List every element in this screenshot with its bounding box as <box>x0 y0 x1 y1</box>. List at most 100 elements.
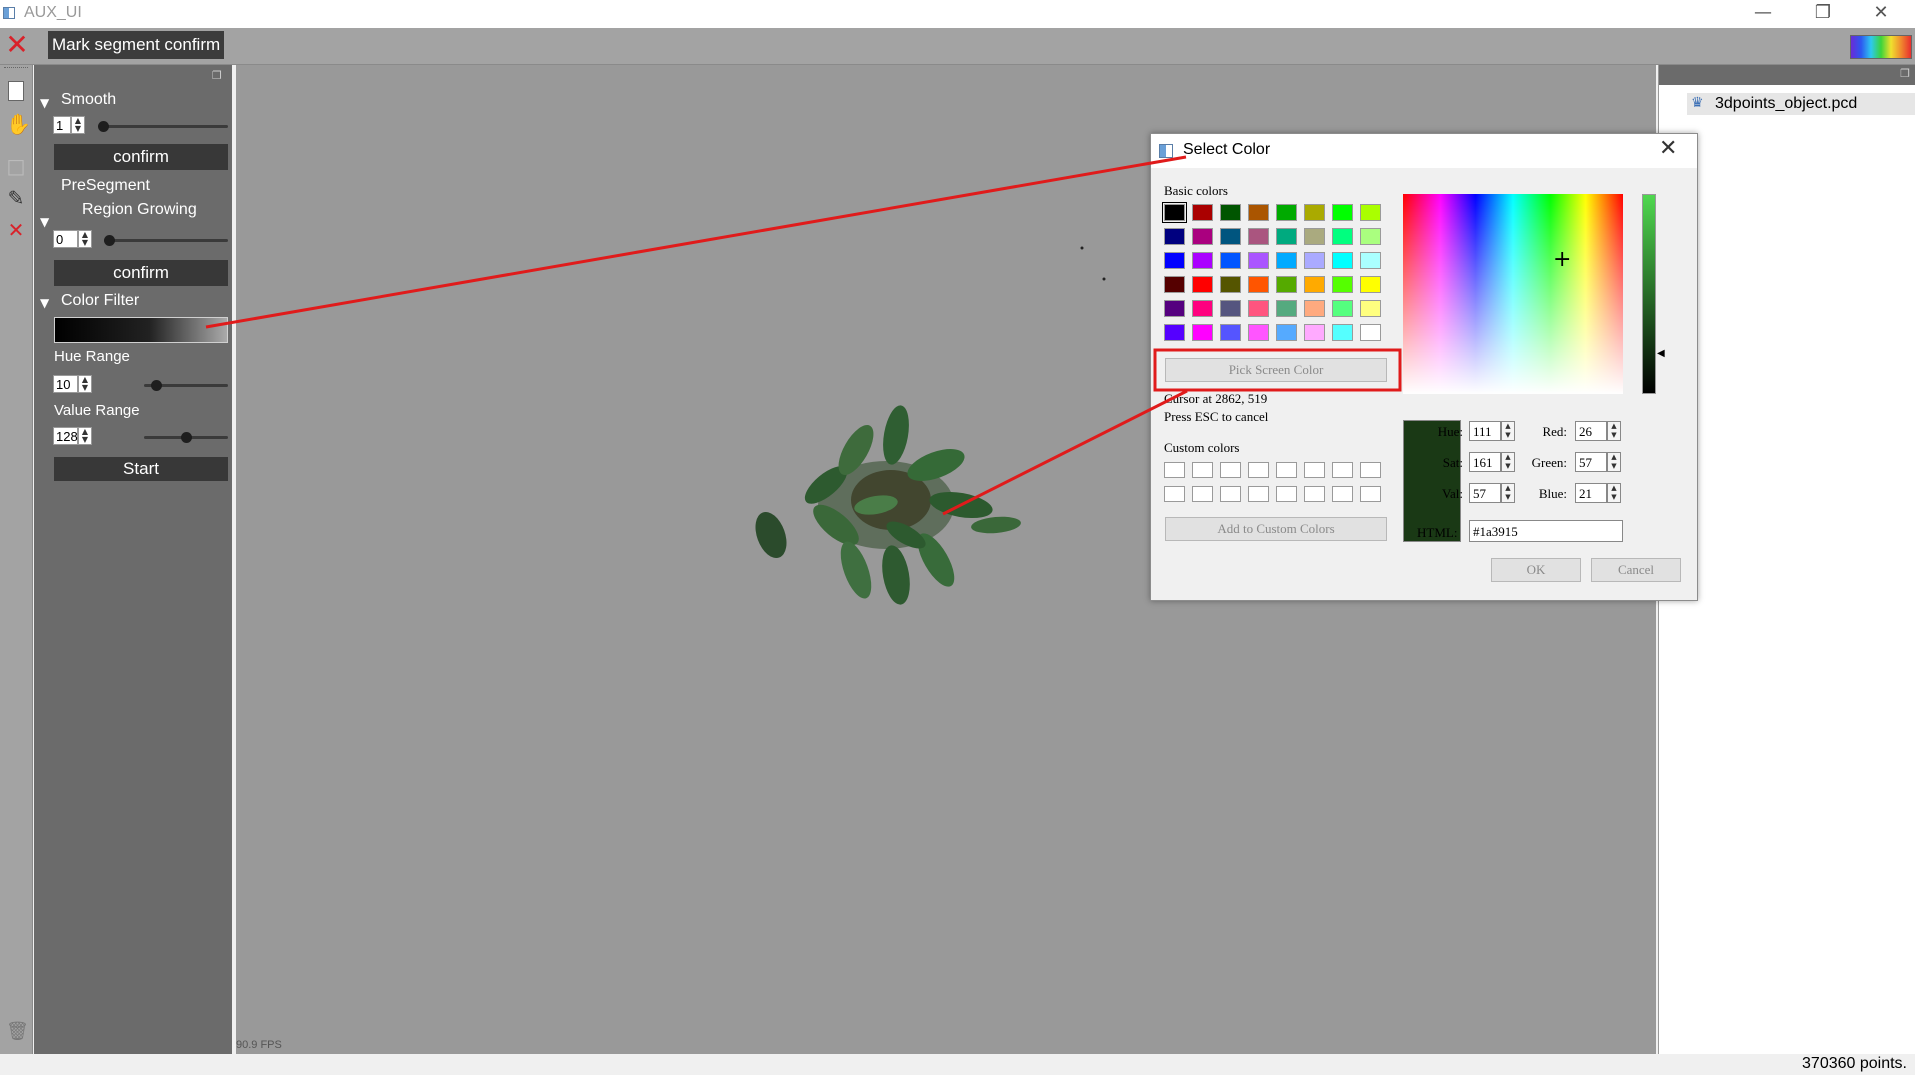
smooth-confirm-button[interactable]: confirm <box>54 144 228 170</box>
color-filter-start-button[interactable]: Start <box>54 457 228 481</box>
custom-color-swatch[interactable] <box>1220 462 1241 478</box>
custom-color-swatch[interactable] <box>1332 462 1353 478</box>
window-close-icon[interactable]: ✕ <box>1858 0 1904 28</box>
custom-color-swatch[interactable] <box>1276 462 1297 478</box>
presegment-spinbox[interactable]: 0 <box>53 230 78 248</box>
basic-color-swatch[interactable] <box>1248 204 1269 221</box>
smooth-section-title[interactable]: Smooth <box>61 91 116 109</box>
dock-float-icon[interactable]: ❐ <box>1900 67 1910 80</box>
basic-color-swatch[interactable] <box>1304 228 1325 245</box>
basic-color-swatch[interactable] <box>1332 300 1353 317</box>
basic-color-swatch[interactable] <box>1220 228 1241 245</box>
value-range-spinbox[interactable]: 128 <box>53 427 78 445</box>
hue-range-slider-handle[interactable] <box>151 380 163 391</box>
custom-color-swatch[interactable] <box>1220 486 1241 502</box>
custom-color-swatch[interactable] <box>1360 486 1381 502</box>
custom-color-swatch[interactable] <box>1360 462 1381 478</box>
basic-color-swatch[interactable] <box>1248 252 1269 269</box>
mark-segment-confirm-button[interactable]: Mark segment confirm <box>48 31 225 59</box>
basic-color-swatch[interactable] <box>1164 300 1185 317</box>
presegment-slider[interactable] <box>104 239 228 242</box>
basic-color-swatch[interactable] <box>1332 324 1353 341</box>
basic-color-swatch[interactable] <box>1304 324 1325 341</box>
basic-color-swatch[interactable] <box>1304 204 1325 221</box>
green-spin-arrows[interactable]: ▲ ▼ <box>1607 452 1621 472</box>
basic-color-swatch[interactable] <box>1276 228 1297 245</box>
basic-color-swatch[interactable] <box>1192 276 1213 293</box>
custom-color-swatch[interactable] <box>1164 462 1185 478</box>
dialog-close-icon[interactable]: ✕ <box>1659 136 1677 161</box>
basic-color-swatch[interactable] <box>1220 204 1241 221</box>
basic-color-swatch[interactable] <box>1332 252 1353 269</box>
smooth-spin-arrows[interactable]: ▲ ▼ <box>71 116 85 134</box>
custom-color-swatch[interactable] <box>1276 486 1297 502</box>
delete-cross-icon[interactable]: ✕ <box>6 219 26 241</box>
close-icon[interactable]: ✕ <box>4 31 30 59</box>
basic-color-swatch[interactable] <box>1276 276 1297 293</box>
ok-button[interactable]: OK <box>1491 558 1581 582</box>
basic-color-swatch[interactable] <box>1304 276 1325 293</box>
presegment-spin-arrows[interactable]: ▲ ▼ <box>78 230 92 248</box>
custom-color-swatch[interactable] <box>1248 462 1269 478</box>
custom-color-swatch[interactable] <box>1332 486 1353 502</box>
basic-color-swatch[interactable] <box>1164 276 1185 293</box>
basic-color-swatch[interactable] <box>1332 276 1353 293</box>
basic-color-swatch[interactable] <box>1248 300 1269 317</box>
presegment-collapse-icon[interactable]: ▼ <box>40 215 49 229</box>
basic-color-swatch[interactable] <box>1360 276 1381 293</box>
custom-color-swatch[interactable] <box>1304 486 1325 502</box>
basic-color-swatch[interactable] <box>1304 300 1325 317</box>
html-hex-field[interactable]: #1a3915 <box>1469 520 1623 542</box>
pick-screen-color-button[interactable]: Pick Screen Color <box>1165 358 1387 382</box>
blue-spin-arrows[interactable]: ▲ ▼ <box>1607 483 1621 503</box>
smooth-spinbox[interactable]: 1 <box>53 116 71 134</box>
basic-color-swatch[interactable] <box>1164 324 1185 341</box>
basic-color-swatch[interactable] <box>1360 228 1381 245</box>
basic-color-swatch[interactable] <box>1276 252 1297 269</box>
file-list-item[interactable]: ♛ 3dpoints_object.pcd <box>1687 93 1915 115</box>
color-filter-section-title[interactable]: Color Filter <box>61 292 139 310</box>
basic-color-swatch[interactable] <box>1332 204 1353 221</box>
basic-color-swatch[interactable] <box>1162 202 1187 223</box>
brush-icon[interactable]: ✎ <box>6 187 26 209</box>
minimize-icon[interactable]: — <box>1740 0 1786 28</box>
value-range-spin-arrows[interactable]: ▲ ▼ <box>78 427 92 445</box>
red-field[interactable]: 26 <box>1575 421 1607 441</box>
add-to-custom-colors-button[interactable]: Add to Custom Colors <box>1165 517 1387 541</box>
basic-color-swatch[interactable] <box>1360 252 1381 269</box>
basic-color-swatch[interactable] <box>1276 204 1297 221</box>
restore-icon[interactable]: ❐ <box>1800 0 1846 28</box>
hue-range-spin-arrows[interactable]: ▲ ▼ <box>78 375 92 393</box>
basic-color-swatch[interactable] <box>1192 300 1213 317</box>
smooth-slider[interactable] <box>98 125 228 128</box>
basic-color-swatch[interactable] <box>1248 324 1269 341</box>
basic-color-swatch[interactable] <box>1192 228 1213 245</box>
basic-color-swatch[interactable] <box>1220 252 1241 269</box>
hand-icon[interactable]: ✋ <box>6 113 31 135</box>
value-range-slider-handle[interactable] <box>180 432 192 443</box>
basic-color-swatch[interactable] <box>1360 324 1381 341</box>
basic-color-swatch[interactable] <box>1360 204 1381 221</box>
custom-color-swatch[interactable] <box>1164 486 1185 502</box>
smooth-collapse-icon[interactable]: ▼ <box>40 96 49 110</box>
smooth-slider-handle[interactable] <box>98 121 109 132</box>
basic-color-swatch[interactable] <box>1360 300 1381 317</box>
hue-saturation-spectrum[interactable] <box>1403 194 1623 394</box>
red-spin-arrows[interactable]: ▲ ▼ <box>1607 421 1621 441</box>
green-field[interactable]: 57 <box>1575 452 1607 472</box>
basic-color-swatch[interactable] <box>1164 228 1185 245</box>
basic-color-swatch[interactable] <box>1276 300 1297 317</box>
hue-range-spinbox[interactable]: 10 <box>53 375 78 393</box>
dock-float-icon[interactable]: ❐ <box>212 69 222 82</box>
basic-color-swatch[interactable] <box>1220 300 1241 317</box>
basic-color-swatch[interactable] <box>1248 276 1269 293</box>
color-filter-collapse-icon[interactable]: ▼ <box>40 296 49 310</box>
presegment-confirm-button[interactable]: confirm <box>54 260 228 286</box>
basic-color-swatch[interactable] <box>1220 276 1241 293</box>
trash-icon[interactable]: 🗑 <box>6 1021 29 1043</box>
value-pointer-icon[interactable]: ◀ <box>1657 348 1665 359</box>
rainbow-colormap-icon[interactable] <box>1850 35 1912 59</box>
basic-color-swatch[interactable] <box>1164 252 1185 269</box>
basic-color-swatch[interactable] <box>1276 324 1297 341</box>
custom-color-swatch[interactable] <box>1192 462 1213 478</box>
